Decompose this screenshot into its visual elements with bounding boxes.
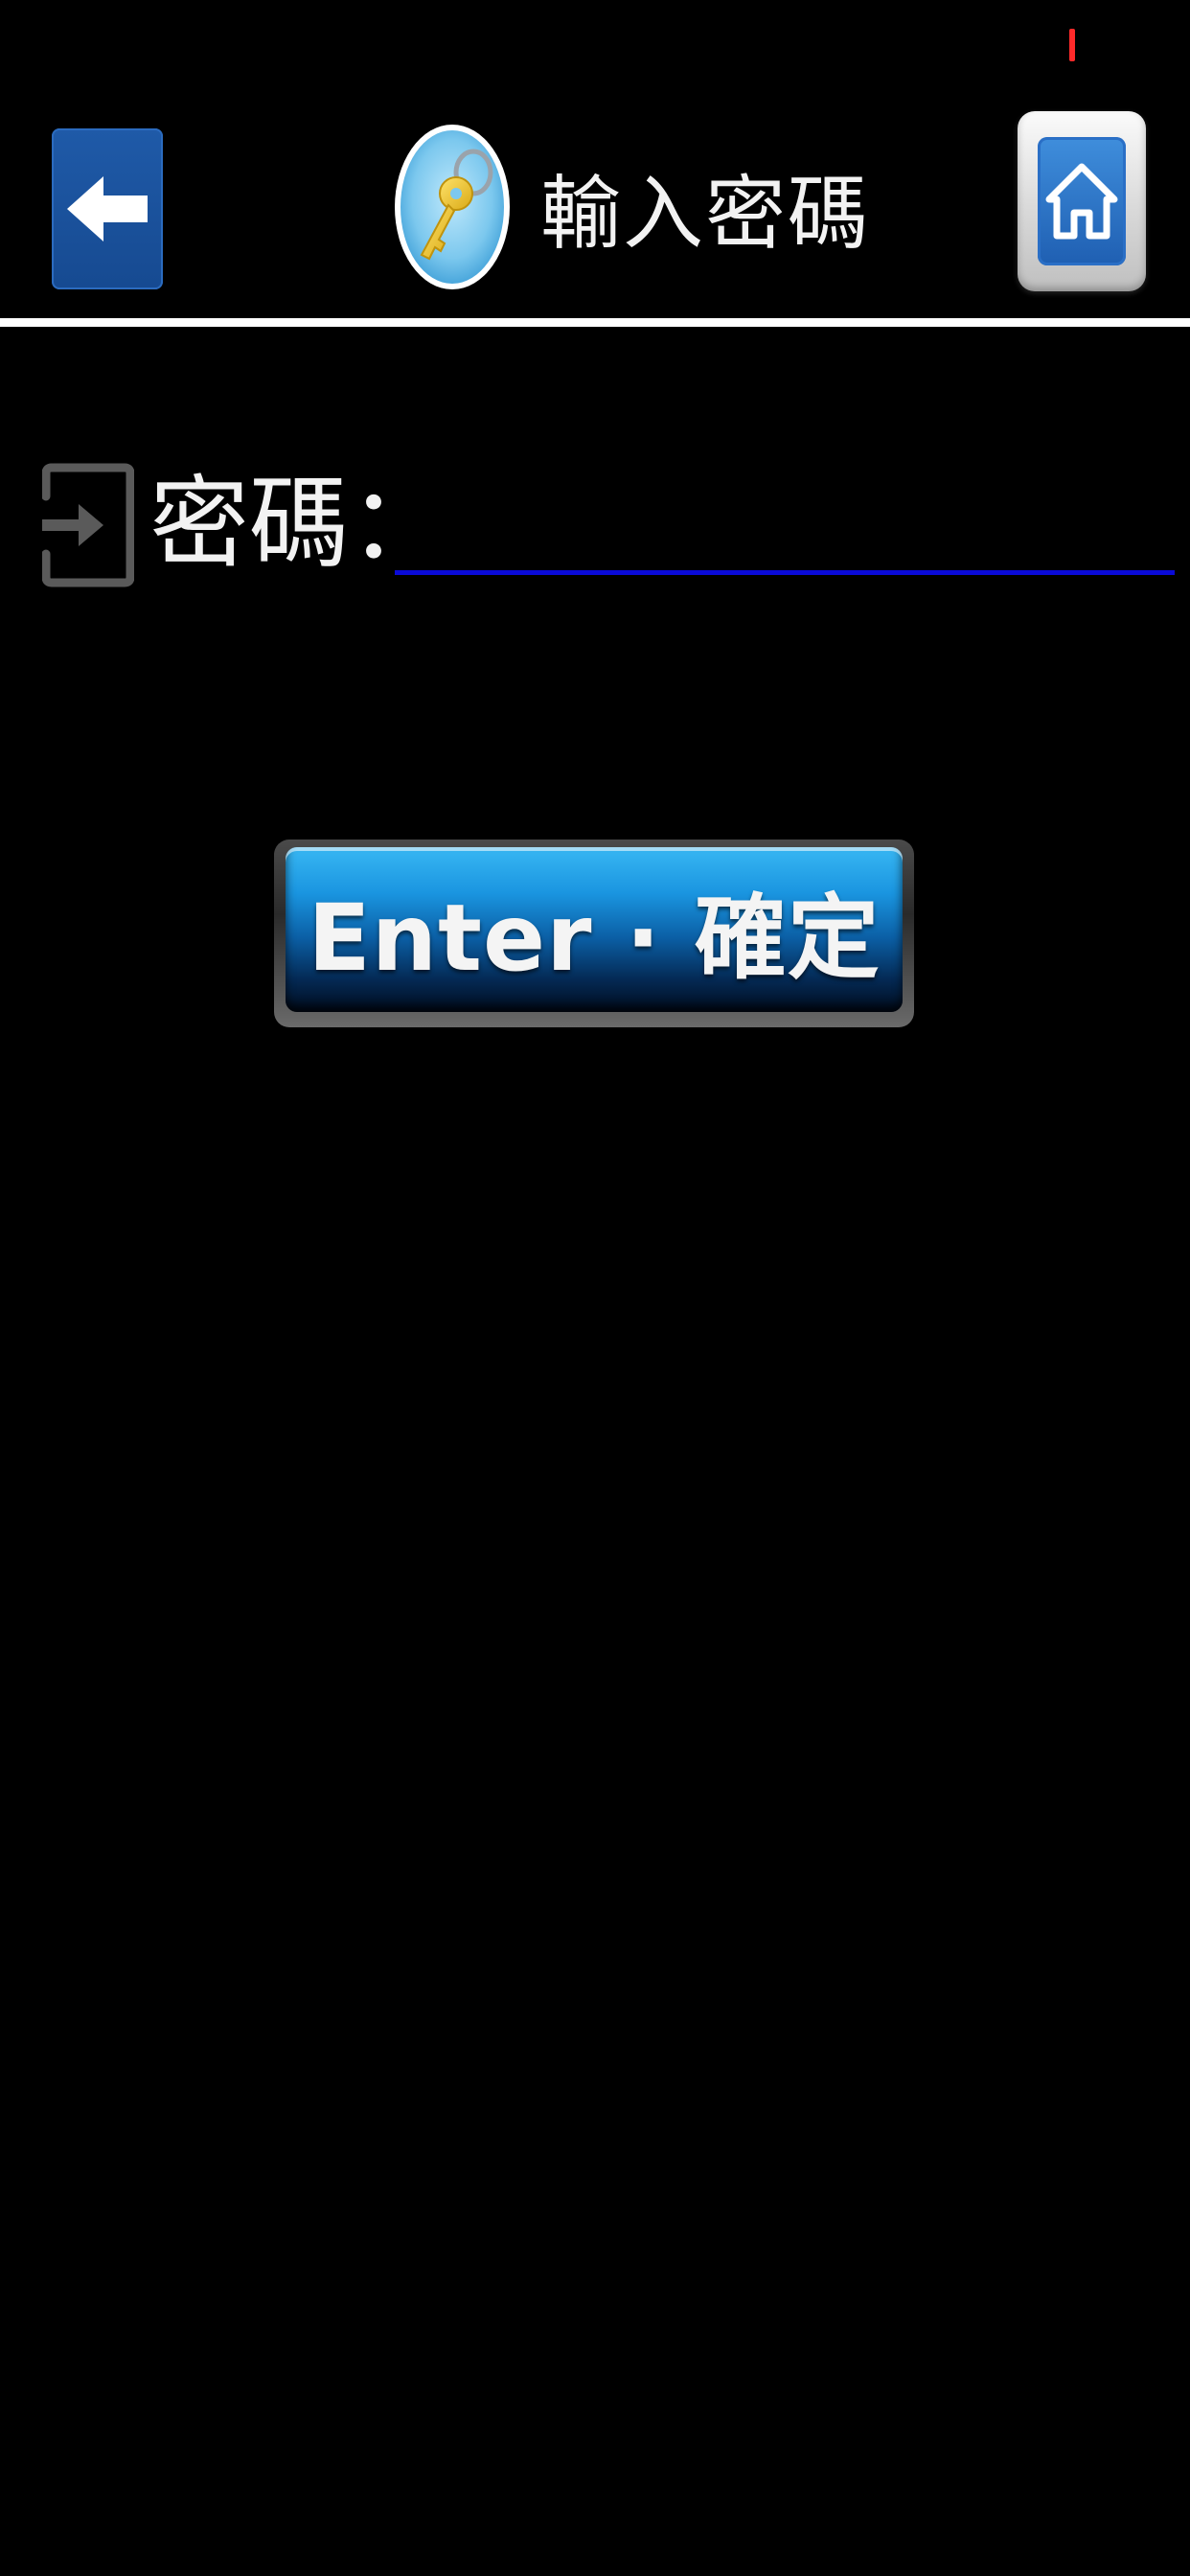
key-icon [395,125,510,289]
title-group: 輸入密碼 [393,121,870,293]
arrow-left-icon [67,176,148,242]
password-row: 密碼： [42,456,1175,590]
home-icon [1045,163,1118,240]
home-button[interactable] [1018,111,1146,291]
header-divider [0,318,1190,327]
back-button[interactable] [52,128,163,289]
enter-button-face: Enter · 確定 [286,847,903,1012]
header: 輸入密碼 [0,0,1190,320]
enter-button[interactable]: Enter · 確定 [274,840,914,1027]
enter-button-label: Enter · 確定 [308,884,881,992]
login-icon [42,463,134,587]
password-input[interactable] [395,475,1175,575]
page-title: 輸入密碼 [540,166,871,261]
home-button-face [1038,137,1126,265]
